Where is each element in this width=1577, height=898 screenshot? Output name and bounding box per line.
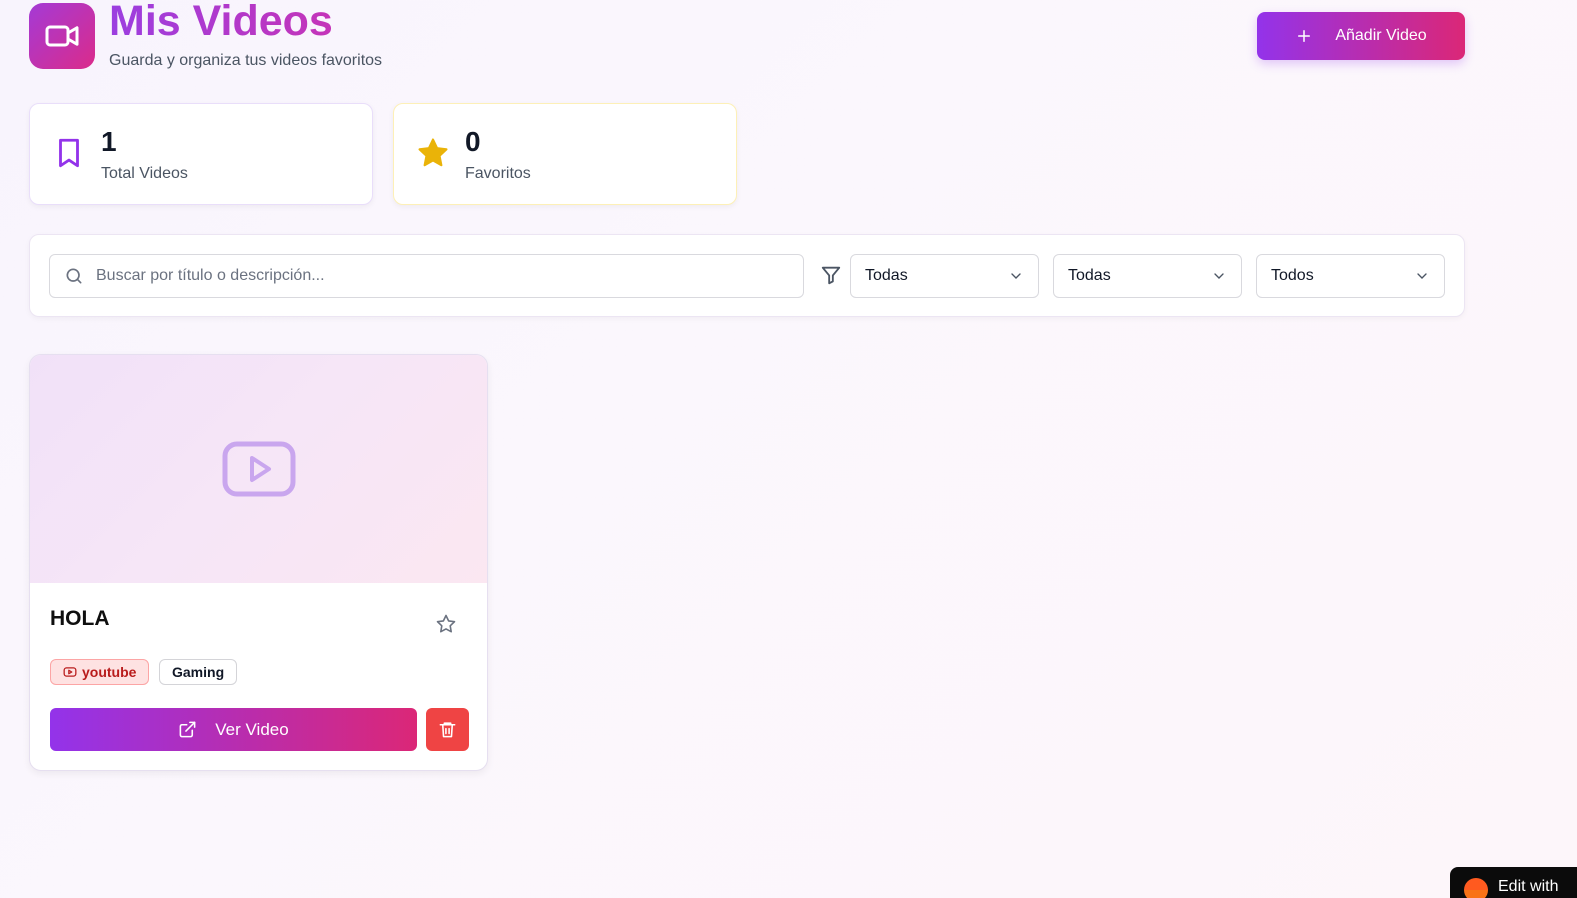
platform-select[interactable]: Todas <box>1053 254 1242 298</box>
search-box <box>49 254 804 298</box>
category-badge-label: Gaming <box>172 664 225 680</box>
plus-icon <box>1298 30 1311 42</box>
stat-card-total: 1 Total Videos <box>29 103 373 205</box>
stat-favorites-value: 0 <box>465 126 481 157</box>
stat-total-value: 1 <box>101 126 117 157</box>
video-title: HOLA <box>50 607 110 630</box>
stat-total-label: Total Videos <box>101 165 188 182</box>
video-card: HOLA youtube Gaming Ver Video <box>29 354 488 771</box>
category-badge: Gaming <box>159 659 238 685</box>
page-title: Mis Videos <box>109 0 333 46</box>
search-icon <box>66 268 82 284</box>
chevron-down-icon <box>1214 273 1224 279</box>
star-icon <box>418 138 448 167</box>
stat-card-favorites: 0 Favoritos <box>393 103 737 205</box>
chevron-down-icon <box>1417 273 1427 279</box>
filter-icon <box>821 266 841 285</box>
favorites-select[interactable]: Todos <box>1256 254 1445 298</box>
chevron-down-icon <box>1011 273 1021 279</box>
external-link-icon <box>179 721 196 738</box>
platform-badge: youtube <box>50 659 150 685</box>
trash-icon <box>439 722 456 738</box>
stat-favorites-label: Favoritos <box>465 165 531 182</box>
watch-video-button[interactable]: Ver Video <box>50 708 417 751</box>
edit-logo-icon <box>1464 878 1488 898</box>
filter-bar: Todas Todas Todos <box>29 234 1465 317</box>
category-select-value: Todas <box>865 267 908 284</box>
edit-with-widget[interactable]: Edit with <box>1450 867 1577 898</box>
youtube-icon <box>63 667 77 677</box>
category-select[interactable]: Todas <box>850 254 1039 298</box>
edit-with-label: Edit with <box>1498 878 1559 895</box>
favorites-select-value: Todos <box>1271 267 1314 284</box>
bookmark-icon <box>59 138 79 168</box>
page-subtitle: Guarda y organiza tus videos favoritos <box>109 52 383 69</box>
video-camera-icon <box>45 25 79 47</box>
youtube-play-icon <box>222 441 295 497</box>
delete-video-button[interactable] <box>426 708 469 751</box>
platform-badge-label: youtube <box>82 664 137 680</box>
add-video-label: Añadir Video <box>1335 27 1427 44</box>
app-logo <box>29 3 95 69</box>
video-thumbnail <box>30 355 487 583</box>
watch-video-label: Ver Video <box>215 719 289 739</box>
add-video-button[interactable]: Añadir Video <box>1257 12 1465 60</box>
search-input[interactable] <box>96 255 796 297</box>
platform-select-value: Todas <box>1068 267 1111 284</box>
favorite-star-icon[interactable] <box>434 612 458 636</box>
